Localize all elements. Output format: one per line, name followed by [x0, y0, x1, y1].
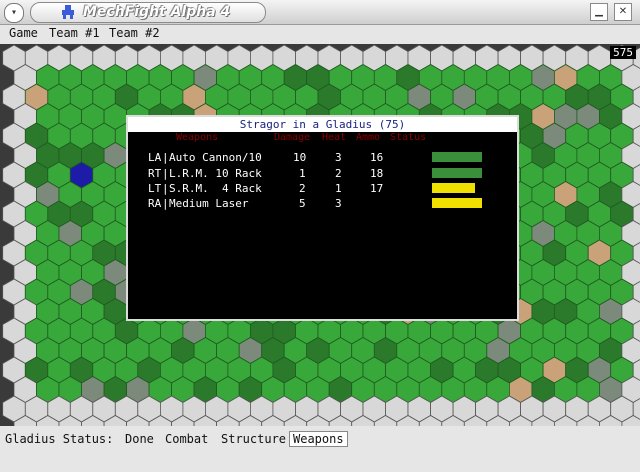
weapon-name: Auto Cannon/10 [169, 151, 262, 164]
tab-combat[interactable]: Combat [162, 432, 211, 446]
weapon-ammo: 16 [370, 151, 384, 164]
mech-status-label: Gladius Status: [5, 432, 114, 446]
menu-bar: Game Team #1 Team #2 [0, 25, 640, 43]
mech-info-popup: Stragor in a Gladius (75) Weapons Damage… [126, 115, 519, 321]
weapon-location: LT [148, 182, 162, 195]
weapon-location: RT [148, 167, 162, 180]
weapon-location: LA [148, 151, 162, 164]
weapon-heat: 2 [335, 167, 342, 180]
weapon-heat: 1 [335, 182, 342, 195]
weapon-status-bar [432, 183, 475, 193]
header-heat: Heat [322, 132, 347, 143]
tab-done[interactable]: Done [122, 432, 157, 446]
weapon-name: Medium Laser [169, 197, 249, 210]
weapon-status-bar [432, 152, 482, 162]
weapon-ammo: 18 [370, 167, 384, 180]
minimize-button[interactable]: ▁ [590, 3, 608, 21]
weapon-damage: 5 [299, 197, 306, 210]
title-bar: ▾ MechFight Alpha 4 ▁ ✕ [0, 0, 640, 25]
turn-counter: 575 [610, 46, 636, 59]
weapon-separator: | [162, 182, 169, 195]
weapon-heat: 3 [335, 151, 342, 164]
weapon-status-bar [432, 198, 482, 208]
weapon-name: S.R.M. 4 Rack [169, 182, 262, 195]
weapon-damage: 1 [299, 167, 306, 180]
menu-team-2[interactable]: Team #2 [109, 26, 160, 40]
tab-weapons[interactable]: Weapons [289, 431, 348, 447]
header-status: Status [390, 132, 427, 143]
header-damage: Damage [274, 132, 311, 143]
window-title: MechFight Alpha 4 [83, 4, 231, 20]
weapon-name: L.R.M. 10 Rack [169, 167, 262, 180]
header-weapons: Weapons [176, 132, 219, 143]
header-ammo: Ammo [356, 132, 381, 143]
status-bar: Gladius Status: Done Combat Structure We… [0, 426, 640, 472]
weapon-location: RA [148, 197, 162, 210]
window-menu-button[interactable]: ▾ [4, 3, 24, 23]
weapon-separator: | [162, 151, 169, 164]
weapon-status-bar [432, 168, 482, 178]
weapon-damage: 2 [299, 182, 306, 195]
popup-title: Stragor in a Gladius (75) [128, 117, 517, 132]
weapon-damage: 10 [293, 151, 307, 164]
weapon-heat: 3 [335, 197, 342, 210]
menu-game[interactable]: Game [9, 26, 38, 40]
close-button[interactable]: ✕ [614, 3, 632, 21]
menu-team-1[interactable]: Team #1 [49, 26, 100, 40]
tab-structure[interactable]: Structure [218, 432, 289, 446]
title-pill[interactable]: MechFight Alpha 4 [30, 2, 266, 23]
weapon-ammo: 17 [370, 182, 384, 195]
mech-app-icon [62, 5, 74, 19]
weapon-separator: | [162, 167, 169, 180]
weapon-separator: | [162, 197, 169, 210]
